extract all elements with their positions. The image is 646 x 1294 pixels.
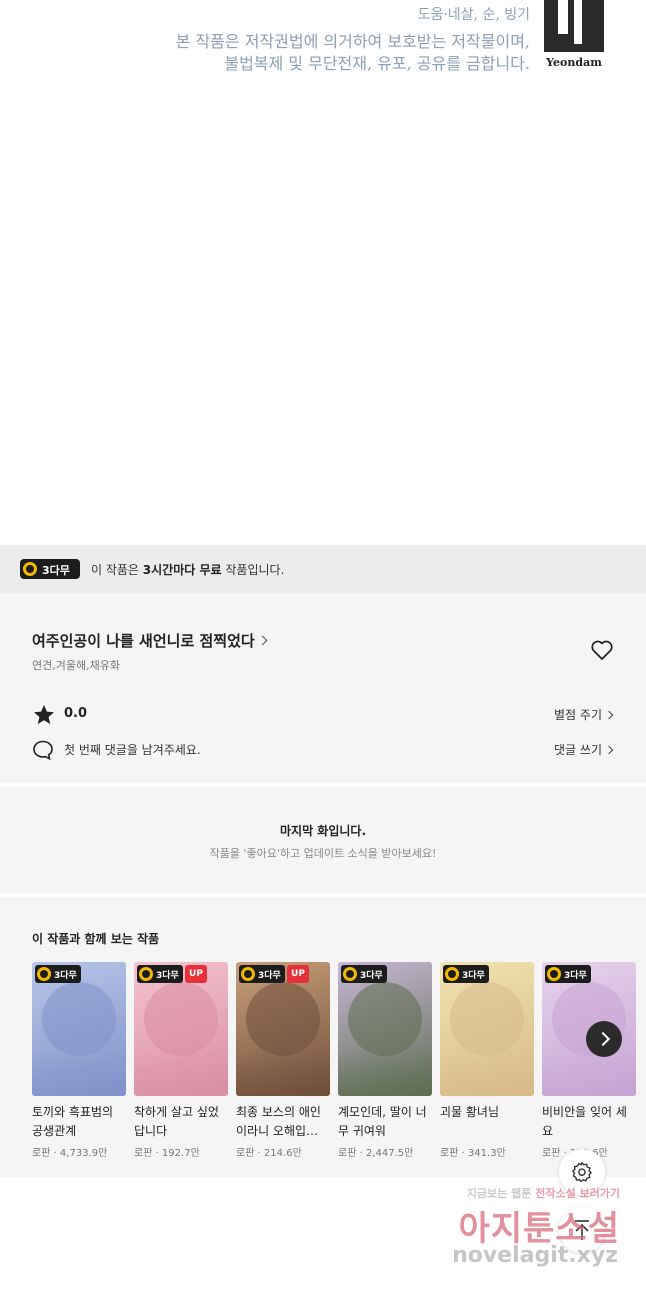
free-info-text: 이 작품은 3시간마다 무료 작품입니다. bbox=[91, 563, 285, 577]
comment-icon bbox=[33, 740, 53, 761]
card-meta: 로판 · 2,447.5만 bbox=[338, 1148, 414, 1159]
card-title: 착하게 살고 싶었답니다 bbox=[134, 1105, 219, 1138]
card-meta: 로판 · 4,733.9만 bbox=[32, 1148, 108, 1159]
cover-art bbox=[42, 982, 116, 1056]
logo-text: Yeondam bbox=[546, 56, 602, 69]
wait-free-badge: 3다무 bbox=[20, 559, 80, 579]
cover-image: 3다무 UP bbox=[236, 962, 330, 1096]
wait-free-badge: 3다무 bbox=[443, 965, 489, 983]
site-watermark: 지금보는 웹툰 전작소설 보러가기 아지툰소설 novelagit.xyz bbox=[440, 1183, 640, 1283]
cover-art bbox=[338, 1050, 432, 1096]
gear-icon bbox=[572, 1161, 592, 1183]
free-info-bar: 3다무 이 작품은 3시간마다 무료 작품입니다. bbox=[0, 545, 646, 593]
cover-art bbox=[348, 982, 422, 1056]
recommendation-card[interactable]: 3다무 UP 착하게 살고 싶었답니다로판 · 192.7만 bbox=[134, 962, 228, 1159]
publisher-logo: Yeondam bbox=[544, 0, 604, 72]
card-title: 토끼와 흑표범의 공생관계 bbox=[32, 1105, 114, 1138]
work-info-section: 여주인공이 나를 새언니로 점찍었다 연견,겨울해,채유화 0.0 별점 주기 … bbox=[0, 593, 646, 783]
credit-line: 도움·네살, 순, 빙기 bbox=[417, 7, 530, 23]
last-episode-section: 마지막 화입니다. 작품을 '좋아요'하고 업데이트 소식을 받아보세요! bbox=[0, 787, 646, 893]
heart-icon[interactable] bbox=[590, 639, 614, 661]
card-title: 괴물 황녀님 bbox=[440, 1105, 500, 1119]
card-title: 계모인데, 딸이 너무 귀여워 bbox=[338, 1105, 427, 1138]
rating-value: 0.0 bbox=[64, 706, 88, 721]
cover-art bbox=[236, 1050, 330, 1096]
cover-art bbox=[32, 1050, 126, 1096]
update-badge: UP bbox=[287, 965, 309, 983]
cover-art bbox=[450, 982, 524, 1056]
work-title: 여주인공이 나를 새언니로 점찍었다 bbox=[32, 632, 255, 650]
cover-art bbox=[134, 1050, 228, 1096]
logo-mark bbox=[544, 0, 604, 52]
recommendation-card[interactable]: 3다무비비안을 잊어 세요로판 · 112.6만 bbox=[542, 962, 636, 1159]
comment-prompt: 첫 번째 댓글을 남겨주세요. bbox=[64, 743, 201, 757]
clock-icon bbox=[23, 562, 37, 576]
update-badge: UP bbox=[185, 965, 207, 983]
card-meta: 로판 · 192.7만 bbox=[134, 1148, 200, 1159]
chevron-right-icon bbox=[604, 710, 614, 720]
recommendations-section: 이 작품과 함께 보는 작품 3다무토끼와 흑표범의 공생관계로판 · 4,73… bbox=[0, 897, 646, 1177]
cover-art bbox=[246, 982, 320, 1056]
write-comment-button[interactable]: 댓글 쓰기 bbox=[554, 741, 614, 758]
last-episode-title: 마지막 화입니다. bbox=[279, 824, 367, 838]
clock-icon bbox=[37, 967, 51, 981]
card-meta: 로판 · 214.6만 bbox=[236, 1148, 302, 1159]
recommendation-card[interactable]: 3다무괴물 황녀님로판 · 341.3만 bbox=[440, 962, 534, 1159]
recommendations-heading: 이 작품과 함께 보는 작품 bbox=[32, 932, 160, 946]
recommendation-card[interactable]: 3다무 UP 최종 보스의 애인이라니 오해입… 로판 · 214.6만 bbox=[236, 962, 330, 1159]
copyright-notice: 도움·네살, 순, 빙기 본 작품은 저작권법에 의거하여 보호받는 저작물이며… bbox=[0, 0, 646, 90]
work-title-link[interactable]: 여주인공이 나를 새언니로 점찍었다 bbox=[32, 630, 268, 651]
chevron-right-icon bbox=[604, 745, 614, 755]
wait-free-badge: 3다무 bbox=[545, 965, 591, 983]
clock-icon bbox=[241, 967, 255, 981]
chevron-right-icon bbox=[257, 635, 268, 646]
recommendation-card[interactable]: 3다무토끼와 흑표범의 공생관계로판 · 4,733.9만 bbox=[32, 962, 126, 1159]
wait-free-badge: 3다무 bbox=[239, 965, 285, 983]
wait-free-badge: 3다무 bbox=[341, 965, 387, 983]
card-meta: 로판 · 341.3만 bbox=[440, 1148, 506, 1159]
clock-icon bbox=[343, 967, 357, 981]
carousel-next-button[interactable] bbox=[586, 1021, 622, 1057]
cover-image: 3다무 bbox=[338, 962, 432, 1096]
recommendation-card[interactable]: 3다무계모인데, 딸이 너무 귀여워로판 · 2,447.5만 bbox=[338, 962, 432, 1159]
copyright-line-1: 본 작품은 저작권법에 의거하여 보호받는 저작물이며, bbox=[175, 32, 530, 51]
watermark-url: novelagit.xyz bbox=[452, 1243, 618, 1268]
copyright-line-2: 불법복제 및 무단전재, 유포, 공유를 금합니다. bbox=[224, 54, 530, 73]
wait-free-badge: 3다무 bbox=[35, 965, 81, 983]
card-title: 비비안을 잊어 세요 bbox=[542, 1105, 627, 1138]
star-icon bbox=[34, 705, 54, 724]
cover-image: 3다무 UP bbox=[134, 962, 228, 1096]
cover-art bbox=[144, 982, 218, 1056]
cover-image: 3다무 bbox=[32, 962, 126, 1096]
card-title: 최종 보스의 애인이라니 오해입… bbox=[236, 1105, 321, 1138]
rate-button[interactable]: 별점 주기 bbox=[554, 706, 614, 723]
watermark-tagline: 지금보는 웹툰 전작소설 보러가기 bbox=[466, 1187, 620, 1200]
cover-art bbox=[440, 1050, 534, 1096]
clock-icon bbox=[547, 967, 561, 981]
cover-image: 3다무 bbox=[440, 962, 534, 1096]
work-authors: 연견,겨울해,채유화 bbox=[32, 659, 120, 672]
last-episode-subtitle: 작품을 '좋아요'하고 업데이트 소식을 받아보세요! bbox=[209, 847, 437, 860]
wait-free-badge: 3다무 bbox=[137, 965, 183, 983]
clock-icon bbox=[445, 967, 459, 981]
cover-art bbox=[542, 1050, 636, 1096]
clock-icon bbox=[139, 967, 153, 981]
